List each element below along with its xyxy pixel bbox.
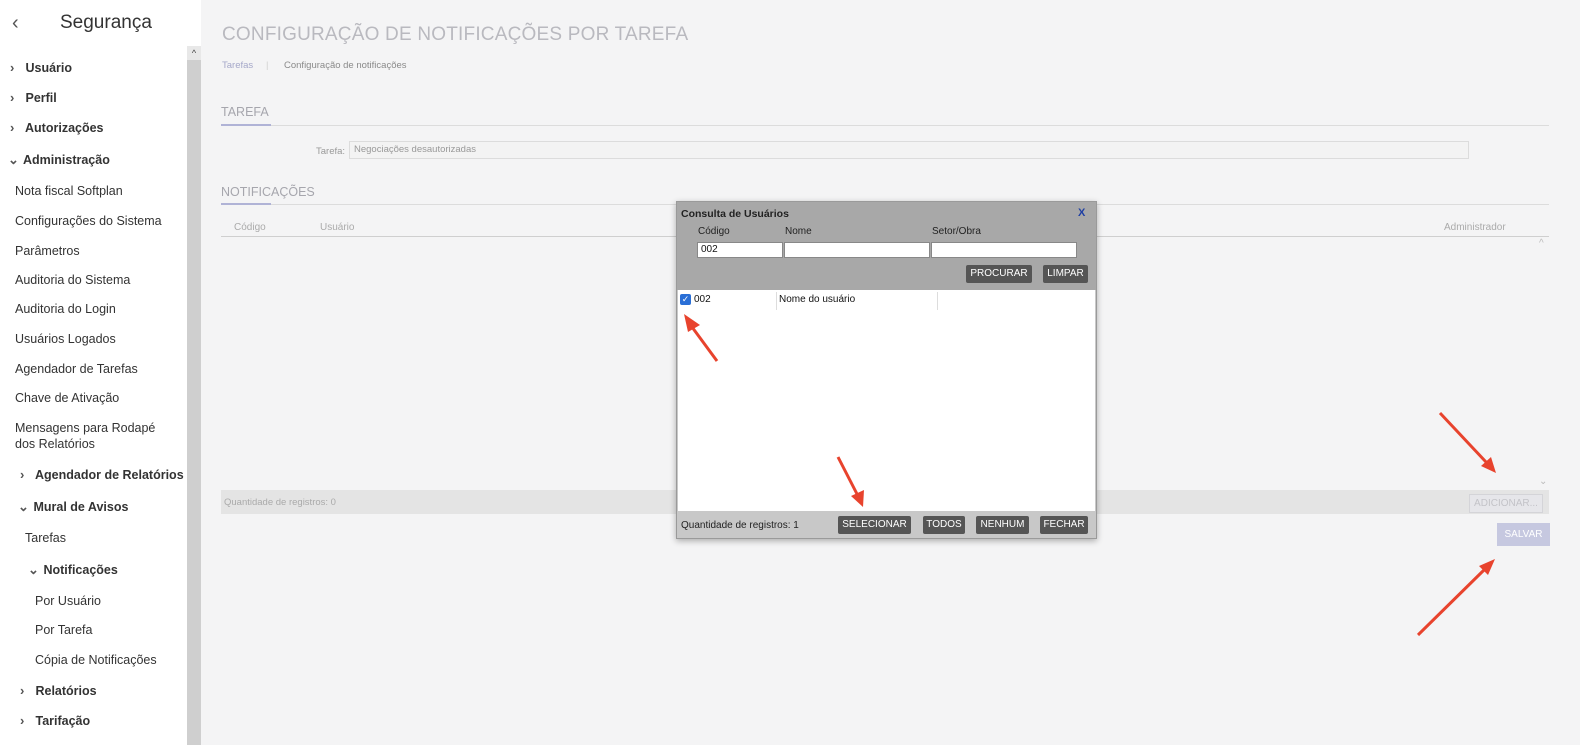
modal-record-count: Quantidade de registros: 1 [681,520,799,531]
sidebar-item-notificacoes[interactable]: ⌄ Notificações [28,562,118,578]
label-codigo: Código [698,226,730,237]
chevron-right-icon: › [10,120,15,135]
column-header-usuario[interactable]: Usuário [320,222,354,233]
search-button[interactable]: PROCURAR [966,265,1032,283]
sidebar-item-configuracoes[interactable]: Configurações do Sistema [15,214,162,228]
results-list: ✓ 002 Nome do usuário [678,290,1095,511]
nome-input[interactable] [784,242,930,258]
sidebar: ‹ Segurança ^ › Usuário › Perfil › Autor… [0,0,201,745]
back-arrow-icon[interactable]: ‹ [12,12,19,35]
add-button[interactable]: ADICIONAR... [1469,494,1543,513]
sidebar-item-agendador-relatorios[interactable]: › Agendador de Relatórios [20,467,184,482]
chevron-right-icon: › [20,683,25,698]
scroll-up-icon[interactable]: ^ [1539,238,1544,249]
section-accent [221,124,271,126]
sidebar-item-administracao[interactable]: ⌄ Administração [8,152,110,168]
select-none-button[interactable]: NENHUM [976,516,1029,534]
sidebar-item-usuarios-logados[interactable]: Usuários Logados [15,332,116,346]
result-codigo: 002 [694,294,711,305]
section-title-tarefa: TAREFA [221,105,269,119]
chevron-right-icon: › [20,713,25,728]
modal-header: Consulta de Usuários X Código Nome Setor… [677,202,1096,290]
sidebar-item-mural-avisos[interactable]: ⌄ Mural de Avisos [18,499,128,515]
sidebar-item-parametros[interactable]: Parâmetros [15,244,80,258]
save-button[interactable]: SALVAR [1497,523,1550,546]
sidebar-item-nota-fiscal[interactable]: Nota fiscal Softplan [15,184,123,198]
sidebar-item-autorizacoes[interactable]: › Autorizações [10,120,104,135]
breadcrumb-current: Configuração de notificações [284,60,407,71]
label-nome: Nome [785,226,812,237]
grid-record-count: Quantidade de registros: 0 [224,497,336,508]
select-all-button[interactable]: TODOS [923,516,965,534]
table-row[interactable]: ✓ 002 Nome do usuário [678,292,1095,310]
clear-button[interactable]: LIMPAR [1043,265,1088,283]
tarefa-field[interactable]: Negociações desautorizadas [349,141,1469,159]
sidebar-title: Segurança [60,12,152,33]
breadcrumb-link-tarefas[interactable]: Tarefas [222,60,253,71]
sidebar-scrollbar[interactable]: ^ [187,46,201,745]
sidebar-item-agendador-tarefas[interactable]: Agendador de Tarefas [15,362,138,376]
user-search-modal: Consulta de Usuários X Código Nome Setor… [676,201,1097,539]
sidebar-item-relatorios[interactable]: › Relatórios [20,683,97,698]
sidebar-item-por-usuario[interactable]: Por Usuário [35,594,101,608]
modal-footer: Quantidade de registros: 1 SELECIONAR TO… [677,511,1096,538]
page-title: CONFIGURAÇÃO DE NOTIFICAÇÕES POR TAREFA [222,24,689,45]
close-button[interactable]: FECHAR [1040,516,1088,534]
setor-obra-input[interactable] [931,242,1077,258]
arrow-to-save-button [1416,559,1495,637]
sidebar-item-auditoria-sistema[interactable]: Auditoria do Sistema [15,273,130,287]
sidebar-item-auditoria-login[interactable]: Auditoria do Login [15,302,116,316]
label-setor-obra: Setor/Obra [932,226,981,237]
modal-title: Consulta de Usuários [681,208,789,220]
section-divider [221,125,1549,126]
column-header-codigo[interactable]: Código [234,222,266,233]
chevron-down-icon: ⌄ [8,152,19,167]
sidebar-item-mensagens-rodape[interactable]: Mensagens para Rodapé [15,421,155,435]
column-header-administrador[interactable]: Administrador [1444,222,1506,233]
sidebar-item-chave-ativacao[interactable]: Chave de Ativação [15,391,119,405]
section-title-notificacoes: NOTIFICAÇÕES [221,185,315,199]
breadcrumb-separator: | [266,60,269,71]
close-icon[interactable]: X [1078,207,1085,219]
sidebar-item-perfil[interactable]: › Perfil [10,90,57,105]
sidebar-item-tarifacao[interactable]: › Tarifação [20,713,90,728]
sidebar-item-copia-notificacoes[interactable]: Cópia de Notificações [35,653,157,667]
chevron-down-icon: ⌄ [28,562,39,577]
codigo-input[interactable]: 002 [697,242,783,258]
sidebar-item-tarefas[interactable]: Tarefas [25,531,66,545]
section-accent [221,203,271,205]
chevron-down-icon: ⌄ [18,499,29,514]
chevron-right-icon: › [10,90,15,105]
scroll-up-icon[interactable]: ^ [187,46,201,60]
result-nome: Nome do usuário [779,294,856,305]
column-divider [937,292,938,310]
column-divider [776,292,777,310]
select-button[interactable]: SELECIONAR [838,516,911,534]
sidebar-item-usuario[interactable]: › Usuário [10,60,72,75]
sidebar-item-mensagens-rodape-line2[interactable]: dos Relatórios [15,437,95,451]
chevron-right-icon: › [20,467,25,482]
sidebar-item-por-tarefa[interactable]: Por Tarefa [35,623,92,637]
chevron-right-icon: › [10,60,15,75]
sidebar-header: ‹ Segurança [0,0,201,46]
scroll-down-icon[interactable]: ⌄ [1539,476,1547,487]
checkbox-checked-icon[interactable]: ✓ [680,294,691,305]
tarefa-label: Tarefa: [316,146,346,157]
